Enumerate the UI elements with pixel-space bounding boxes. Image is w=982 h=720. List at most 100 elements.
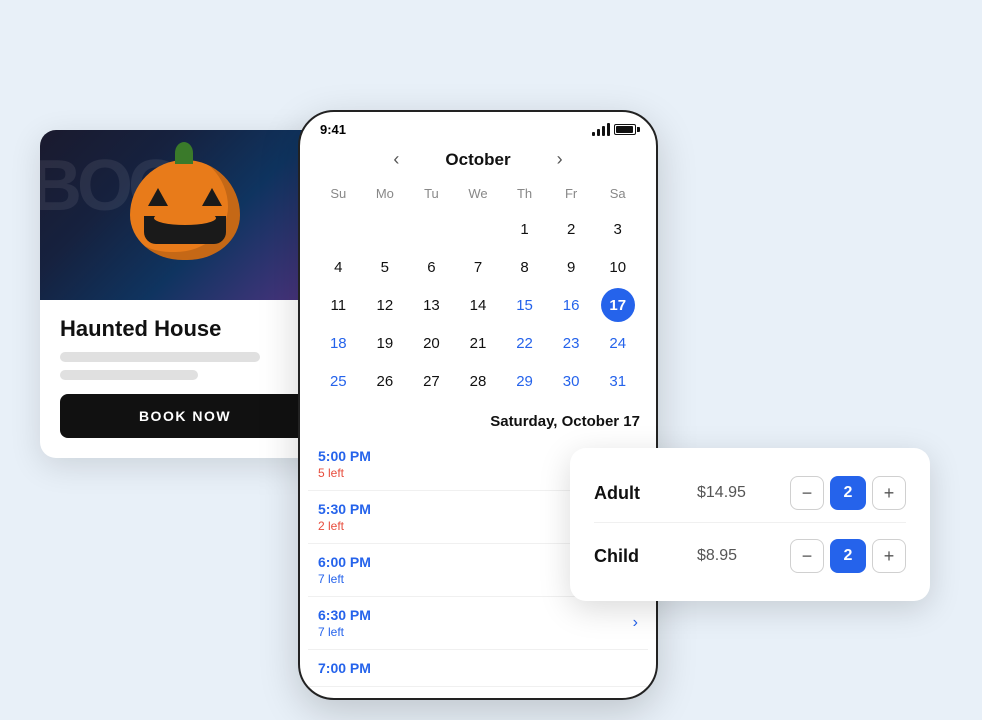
- chevron-right-icon: ›: [633, 614, 638, 632]
- cal-day-header: Mo: [363, 182, 408, 209]
- time-slot-info: 7:00 PM: [318, 660, 371, 676]
- phone-frame: 9:41 ‹ October › SuMoTuWeThFrSa123456789…: [298, 110, 658, 700]
- child-decrement-button[interactable]: −: [790, 539, 824, 573]
- calendar-day[interactable]: 15: [508, 288, 542, 322]
- signal-bar-4: [607, 123, 610, 136]
- calendar-day[interactable]: 30: [554, 364, 588, 398]
- signal-bar-2: [597, 129, 600, 136]
- calendar-day[interactable]: 19: [368, 326, 402, 360]
- calendar-grid: SuMoTuWeThFrSa12345678910111213141516171…: [316, 182, 640, 399]
- battery-fill: [616, 126, 633, 133]
- calendar-day[interactable]: 18: [321, 326, 355, 360]
- calendar-prev-button[interactable]: ‹: [387, 149, 405, 170]
- child-quantity: 2: [830, 539, 866, 573]
- time-slot-info: 6:30 PM7 left: [318, 607, 371, 639]
- cal-day-header: Tu: [409, 182, 454, 209]
- calendar-day[interactable]: 13: [414, 288, 448, 322]
- book-now-button[interactable]: BOOK NOW: [60, 394, 310, 438]
- calendar-day[interactable]: 3: [601, 212, 635, 246]
- calendar-day[interactable]: 2: [554, 212, 588, 246]
- calendar-section: ‹ October › SuMoTuWeThFrSa12345678910111…: [300, 141, 656, 399]
- time-slot[interactable]: 6:30 PM7 left ›: [308, 597, 648, 650]
- calendar-day[interactable]: 25: [321, 364, 355, 398]
- calendar-day[interactable]: 5: [368, 250, 402, 284]
- time-slot[interactable]: 7:00 PM: [308, 650, 648, 687]
- adult-label: Adult: [594, 483, 664, 504]
- calendar-day[interactable]: 24: [601, 326, 635, 360]
- calendar-day[interactable]: 23: [554, 326, 588, 360]
- time-slot-info: 5:30 PM 2 left: [318, 501, 371, 533]
- time-slot-availability: 7 left: [318, 572, 371, 586]
- child-qty-control: − 2 +: [790, 539, 906, 573]
- time-slot-availability: 5 left: [318, 466, 371, 480]
- calendar-day[interactable]: 22: [508, 326, 542, 360]
- pumpkin-graphic: [130, 160, 240, 260]
- cal-day-header: We: [456, 182, 501, 209]
- pumpkin-eye-left: [148, 188, 168, 206]
- calendar-day[interactable]: 1: [508, 212, 542, 246]
- event-subtitle-line-long: [60, 352, 260, 362]
- adult-increment-button[interactable]: +: [872, 476, 906, 510]
- event-title: Haunted House: [60, 316, 310, 342]
- signal-bar-3: [602, 126, 605, 136]
- time-slot-time: 5:00 PM: [318, 448, 371, 464]
- adult-qty-control: − 2 +: [790, 476, 906, 510]
- time-slot-time: 6:00 PM: [318, 554, 371, 570]
- calendar-day[interactable]: 4: [321, 250, 355, 284]
- cal-day-header: Sa: [595, 182, 640, 209]
- calendar-day[interactable]: 29: [508, 364, 542, 398]
- event-card-image: BOO: [40, 130, 330, 300]
- battery-icon: [614, 124, 636, 135]
- selected-date-label: Saturday, October 17: [300, 399, 656, 438]
- calendar-day[interactable]: 28: [461, 364, 495, 398]
- time-slot-time: 6:30 PM: [318, 607, 371, 623]
- calendar-nav: ‹ October ›: [316, 141, 640, 182]
- calendar-day[interactable]: 10: [601, 250, 635, 284]
- calendar-day: [368, 212, 402, 246]
- calendar-day[interactable]: 27: [414, 364, 448, 398]
- adult-quantity: 2: [830, 476, 866, 510]
- status-bar: 9:41: [300, 112, 656, 141]
- pumpkin-mouth: [144, 216, 226, 244]
- child-increment-button[interactable]: +: [872, 539, 906, 573]
- calendar-day[interactable]: 9: [554, 250, 588, 284]
- calendar-day[interactable]: 6: [414, 250, 448, 284]
- calendar-day[interactable]: 31: [601, 364, 635, 398]
- cal-day-header: Fr: [549, 182, 594, 209]
- calendar-day: [414, 212, 448, 246]
- cal-day-header: Th: [502, 182, 547, 209]
- calendar-day[interactable]: 20: [414, 326, 448, 360]
- time-slot-info: 6:00 PM 7 left: [318, 554, 371, 586]
- calendar-day[interactable]: 26: [368, 364, 402, 398]
- calendar-day[interactable]: 11: [321, 288, 355, 322]
- ticket-panel: Adult $14.95 − 2 + Child $8.95 − 2 +: [570, 448, 930, 601]
- calendar-day[interactable]: 7: [461, 250, 495, 284]
- calendar-day[interactable]: 21: [461, 326, 495, 360]
- pumpkin-eye-right: [202, 188, 222, 206]
- time-slot-time: 5:30 PM: [318, 501, 371, 517]
- child-label: Child: [594, 546, 664, 567]
- adult-price: $14.95: [697, 484, 757, 502]
- calendar-day[interactable]: 16: [554, 288, 588, 322]
- calendar-day[interactable]: 12: [368, 288, 402, 322]
- cal-day-header: Su: [316, 182, 361, 209]
- child-price: $8.95: [697, 547, 757, 565]
- event-card-body: Haunted House BOOK NOW: [40, 300, 330, 458]
- calendar-next-button[interactable]: ›: [551, 149, 569, 170]
- calendar-day[interactable]: 8: [508, 250, 542, 284]
- calendar-month: October: [445, 150, 510, 170]
- calendar-day: [461, 212, 495, 246]
- time-slot-info: 5:00 PM 5 left: [318, 448, 371, 480]
- signal-bars-icon: [592, 123, 610, 136]
- adult-ticket-row: Adult $14.95 − 2 +: [594, 468, 906, 518]
- calendar-day[interactable]: 14: [461, 288, 495, 322]
- adult-decrement-button[interactable]: −: [790, 476, 824, 510]
- status-icons: [592, 123, 636, 136]
- time-slot-availability: 2 left: [318, 519, 371, 533]
- event-subtitle-line-short: [60, 370, 198, 380]
- calendar-day[interactable]: 17: [601, 288, 635, 322]
- status-time: 9:41: [320, 122, 346, 137]
- child-ticket-row: Child $8.95 − 2 +: [594, 522, 906, 581]
- time-slot-time: 7:00 PM: [318, 660, 371, 676]
- event-card: BOO Haunted House BOOK NOW: [40, 130, 330, 458]
